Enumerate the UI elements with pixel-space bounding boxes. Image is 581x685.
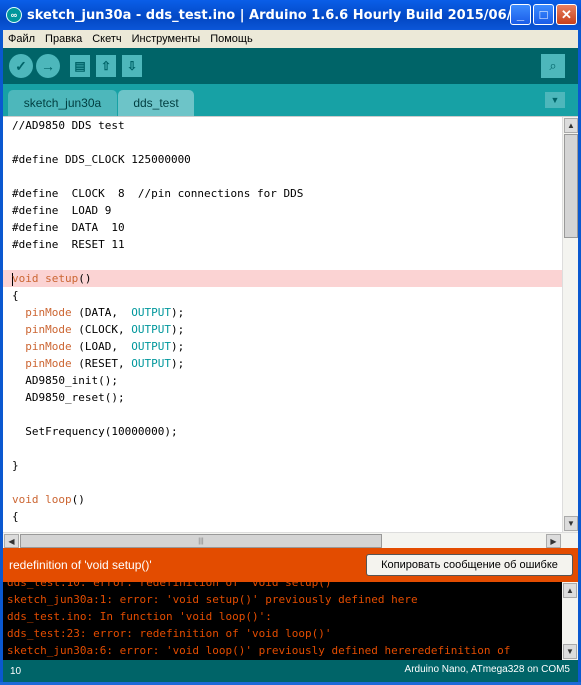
console-scroll-down-icon[interactable]: ▼ <box>563 644 577 659</box>
menu-bar: Файл Правка Скетч Инструменты Помощь <box>3 30 578 48</box>
code-constant: OUTPUT <box>131 340 171 353</box>
tab-menu-chevron-down-icon[interactable]: ▼ <box>545 92 565 108</box>
code-function-name: loop <box>38 493 72 506</box>
console-scroll-up-icon[interactable]: ▲ <box>563 583 577 598</box>
hscrollbar-thumb[interactable]: ||| <box>20 534 382 548</box>
menu-tools[interactable]: Инструменты <box>132 33 201 45</box>
console-line: sketch_jun30a:6: error: 'void loop()' pr… <box>7 644 511 657</box>
code-line: #define RESET 11 <box>12 238 125 251</box>
menu-file[interactable]: Файл <box>8 33 35 45</box>
code-area[interactable]: //AD9850 DDS test #define DDS_CLOCK 12500… <box>3 117 563 533</box>
code-line: void setup() <box>3 270 563 287</box>
code-line: pinMode (CLOCK, OUTPUT); <box>25 323 185 336</box>
new-file-icon[interactable]: ▤ <box>70 55 90 77</box>
serial-monitor-icon[interactable]: ⌕ <box>541 54 565 78</box>
scroll-up-icon[interactable]: ▲ <box>564 118 578 133</box>
board-info: Arduino Nano, ATmega328 on COM5 <box>404 664 570 675</box>
toolbar: ✓ → ▤ ⇧ ⇩ ⌕ <box>3 48 578 84</box>
footer-bar: 10 Arduino Nano, ATmega328 on COM5 <box>3 660 578 682</box>
code-constant: OUTPUT <box>131 357 171 370</box>
code-line: pinMode (RESET, OUTPUT); <box>25 357 185 370</box>
menu-edit[interactable]: Правка <box>45 33 82 45</box>
code-line: { <box>12 289 19 302</box>
error-status-bar: redefinition of 'void setup()' Копироват… <box>3 548 578 582</box>
code-line: } <box>12 459 19 472</box>
console-line: dds_test:23: error: redefinition of 'voi… <box>7 627 332 640</box>
code-function-name: pinMode <box>25 340 72 353</box>
code-function-name: pinMode <box>25 357 72 370</box>
horizontal-scrollbar[interactable]: ◀ ||| ▶ <box>3 532 578 548</box>
tab-sketch-jun30a[interactable]: sketch_jun30a <box>8 90 117 116</box>
code-line: pinMode (DATA, OUTPUT); <box>25 306 185 319</box>
save-icon[interactable]: ⇩ <box>122 55 142 77</box>
console-output[interactable]: dds_test:10: error: redefinition of 'voi… <box>3 582 578 660</box>
code-line: #define DATA 10 <box>12 221 125 234</box>
code-line: AD9850_reset(); <box>12 391 125 404</box>
menu-sketch[interactable]: Скетч <box>92 33 121 45</box>
code-line: AD9850_init(); <box>12 374 118 387</box>
code-constant: OUTPUT <box>131 306 171 319</box>
code-line: //AD9850 DDS test <box>12 119 125 132</box>
code-line: #define DDS_CLOCK 125000000 <box>12 153 191 166</box>
code-keyword: void <box>12 493 39 506</box>
code-line: pinMode (LOAD, OUTPUT); <box>25 340 185 353</box>
console-line: sketch_jun30a:1: error: 'void setup()' p… <box>7 593 418 606</box>
console-scrollbar[interactable]: ▲ ▼ <box>562 582 578 660</box>
code-function-name: setup <box>38 272 79 285</box>
tab-bar: sketch_jun30a dds_test ▼ <box>3 84 578 116</box>
code-line: void loop() <box>12 493 85 506</box>
line-number: 10 <box>10 665 22 677</box>
code-line: #define LOAD 9 <box>12 204 112 217</box>
code-line: #define CLOCK 8 //pin connections for DD… <box>12 187 304 200</box>
error-message: redefinition of 'void setup()' <box>9 558 152 572</box>
code-line: SetFrequency(10000000); <box>12 425 178 438</box>
scroll-left-icon[interactable]: ◀ <box>4 534 19 548</box>
minimize-button[interactable]: _ <box>510 4 531 25</box>
code-constant: OUTPUT <box>131 323 171 336</box>
menu-help[interactable]: Помощь <box>210 33 253 45</box>
console-line: dds_test.ino: In function 'void loop()': <box>7 610 272 623</box>
scroll-right-icon[interactable]: ▶ <box>546 534 561 548</box>
console-lines: dds_test:10: error: redefinition of 'voi… <box>3 582 563 659</box>
code-keyword: void <box>12 272 39 285</box>
code-function-name: pinMode <box>25 306 72 319</box>
vertical-scrollbar[interactable]: ▲ ▼ <box>562 117 578 533</box>
window-title: sketch_jun30a - dds_test.ino | Arduino 1… <box>27 7 523 23</box>
open-icon[interactable]: ⇧ <box>96 55 116 77</box>
title-bar: ∞ sketch_jun30a - dds_test.ino | Arduino… <box>0 0 581 30</box>
arduino-logo-icon: ∞ <box>6 7 22 23</box>
tab-dds-test[interactable]: dds_test <box>118 90 194 116</box>
code-line: { <box>12 510 19 523</box>
close-button[interactable]: ✕ <box>556 4 577 25</box>
code-editor[interactable]: //AD9850 DDS test #define DDS_CLOCK 12500… <box>3 116 578 548</box>
verify-icon[interactable]: ✓ <box>9 54 33 78</box>
scroll-down-icon[interactable]: ▼ <box>564 516 578 531</box>
copy-error-button[interactable]: Копировать сообщение об ошибке <box>366 554 573 576</box>
code-function-name: pinMode <box>25 323 72 336</box>
console-line: dds_test:10: error: redefinition of 'voi… <box>7 582 339 589</box>
scrollbar-thumb[interactable] <box>564 134 578 238</box>
maximize-button[interactable]: □ <box>533 4 554 25</box>
arduino-window: Файл Правка Скетч Инструменты Помощь ✓ →… <box>3 30 578 682</box>
upload-icon[interactable]: → <box>36 54 60 78</box>
